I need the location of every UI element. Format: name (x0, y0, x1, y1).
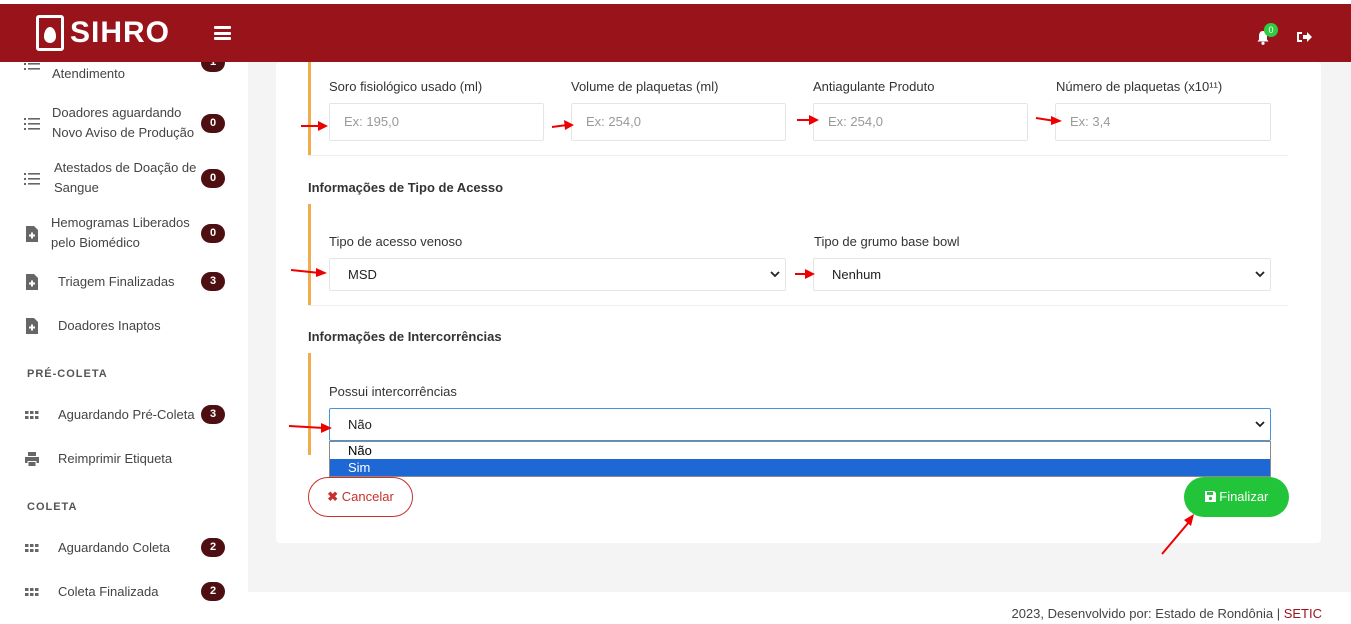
sidebar-item-label: Hemogramas Liberados pelo Biomédico (51, 215, 190, 250)
close-icon: ✖ (327, 489, 339, 504)
chevron-down-icon (770, 271, 780, 278)
sidebar: Atendimento 1 Doadores aguardando Novo A… (0, 62, 248, 624)
list-icon (24, 173, 40, 185)
footer-credit: 2023, Desenvolvido por: Estado de Rondôn… (1011, 606, 1284, 621)
sidebar-item-label: Atestados de Doação de Sangue (54, 160, 197, 195)
footer-text: 2023, Desenvolvido por: Estado de Rondôn… (1011, 606, 1322, 621)
section-title-intercorrencias: Informações de Intercorrências (308, 329, 502, 344)
sidebar-item-doadores-inaptos[interactable]: Doadores Inaptos (0, 311, 248, 341)
dropdown-option-nao[interactable]: Não (330, 442, 1270, 459)
sidebar-item-label: Reimprimir Etiqueta (58, 451, 173, 466)
sign-out-icon[interactable] (1296, 30, 1313, 44)
finalize-button[interactable]: Finalizar (1184, 477, 1289, 517)
count-badge: 0 (201, 169, 225, 188)
file-plus-icon (26, 226, 38, 242)
sidebar-item-aguardando-pre-coleta[interactable]: Aguardando Pré-Coleta 3 (0, 400, 248, 430)
field-label: Tipo de acesso venoso (329, 234, 463, 249)
sidebar-item-label: Atendimento (52, 66, 125, 81)
sidebar-item-coleta-finalizada[interactable]: Coleta Finalizada 2 (0, 577, 248, 607)
annotation-arrow (301, 121, 328, 131)
printer-icon (25, 452, 39, 466)
section-title-tipo-acesso: Informações de Tipo de Acesso (308, 180, 504, 195)
access-type-select[interactable]: MSD (329, 258, 786, 291)
cancel-button[interactable]: ✖ Cancelar (308, 477, 413, 517)
sidebar-item-aguardando-coleta[interactable]: Aguardando Coleta 2 (0, 533, 248, 563)
select-value: MSD (348, 267, 377, 282)
divider (308, 305, 1288, 306)
anticoagulante-input[interactable]: Ex: 254,0 (813, 103, 1028, 141)
annotation-arrow (288, 423, 332, 433)
field-label: Soro fisiológico usado (ml) (329, 79, 483, 94)
annotation-arrow (551, 120, 574, 130)
dropdown-option-sim[interactable]: Sim (330, 459, 1270, 476)
intercorrencias-dropdown-list: Não Sim (329, 441, 1271, 477)
grid-icon (25, 544, 39, 552)
volume-plaquetas-input[interactable]: Ex: 254,0 (571, 103, 786, 141)
field-group-plaquetas (308, 62, 311, 155)
sidebar-item-label: Doadores aguardando Novo Aviso de Produç… (52, 105, 195, 140)
count-badge: 3 (201, 272, 225, 291)
sidebar-item-novo-aviso[interactable]: Doadores aguardando Novo Aviso de Produç… (0, 102, 248, 146)
file-plus-icon (26, 318, 38, 334)
top-navbar: SIHRO 0 (0, 4, 1351, 62)
divider (308, 155, 1288, 156)
field-group-acesso (308, 204, 311, 305)
section-heading-pre-coleta: PRÉ-COLETA (27, 368, 108, 380)
field-label: Possui intercorrências (329, 384, 457, 399)
sidebar-item-reimprimir-etiqueta[interactable]: Reimprimir Etiqueta (0, 444, 248, 474)
sidebar-item-atestados[interactable]: Atestados de Doação de Sangue 0 (0, 157, 248, 201)
hamburger-icon[interactable] (214, 26, 231, 40)
sidebar-item-atendimento[interactable]: Atendimento 1 (0, 62, 248, 86)
field-label: Antiagulante Produto (813, 79, 935, 94)
sidebar-item-label: Aguardando Pré-Coleta (58, 407, 195, 422)
grumo-type-select[interactable]: Nenhum (813, 258, 1271, 291)
sidebar-item-label: Triagem Finalizadas (58, 274, 175, 289)
app-logo[interactable]: SIHRO (36, 13, 170, 53)
chevron-down-icon (1255, 421, 1265, 428)
annotation-arrow (795, 269, 815, 279)
grid-icon (25, 588, 39, 596)
select-value: Não (348, 417, 372, 432)
annotation-arrow (797, 115, 819, 125)
logo-text: SIHRO (70, 16, 171, 49)
count-badge: 2 (201, 582, 225, 601)
list-icon (24, 118, 40, 130)
finalize-label: Finalizar (1219, 489, 1269, 504)
sidebar-item-triagem-finalizadas[interactable]: Triagem Finalizadas 3 (0, 267, 248, 297)
count-badge: 3 (201, 405, 225, 424)
sidebar-item-label: Aguardando Coleta (58, 540, 171, 555)
annotation-arrow (1161, 514, 1194, 555)
sidebar-item-label: Coleta Finalizada (58, 584, 159, 599)
list-icon (24, 63, 40, 70)
numero-plaquetas-input[interactable]: Ex: 3,4 (1055, 103, 1271, 141)
cancel-label: Cancelar (341, 489, 394, 504)
sidebar-item-hemogramas[interactable]: Hemogramas Liberados pelo Biomédico 0 (0, 212, 248, 256)
section-heading-coleta: COLETA (27, 501, 78, 513)
blood-drop-icon (36, 15, 64, 51)
sidebar-item-label: Doadores Inaptos (58, 318, 161, 333)
count-badge: 0 (201, 224, 225, 243)
count-badge: 1 (201, 62, 225, 72)
footer-link-setic[interactable]: SETIC (1284, 606, 1322, 621)
field-label: Volume de plaquetas (ml) (571, 79, 719, 94)
field-label: Número de plaquetas (x10¹¹) (1056, 79, 1223, 94)
count-badge: 2 (201, 538, 225, 557)
file-plus-icon (26, 274, 38, 290)
annotation-arrow (1035, 116, 1062, 125)
notification-badge: 0 (1264, 23, 1278, 37)
chevron-down-icon (1255, 271, 1265, 278)
save-icon (1204, 491, 1216, 502)
field-group-intercorrencias (308, 353, 311, 455)
field-label: Tipo de grumo base bowl (814, 234, 960, 249)
select-value: Nenhum (832, 267, 882, 282)
annotation-arrow (290, 268, 327, 277)
footer: 2023, Desenvolvido por: Estado de Rondôn… (248, 592, 1351, 624)
intercorrencias-select[interactable]: Não (329, 408, 1271, 441)
soro-fisiologico-input[interactable]: Ex: 195,0 (329, 103, 544, 141)
grid-icon (25, 411, 39, 419)
count-badge: 0 (201, 114, 225, 133)
